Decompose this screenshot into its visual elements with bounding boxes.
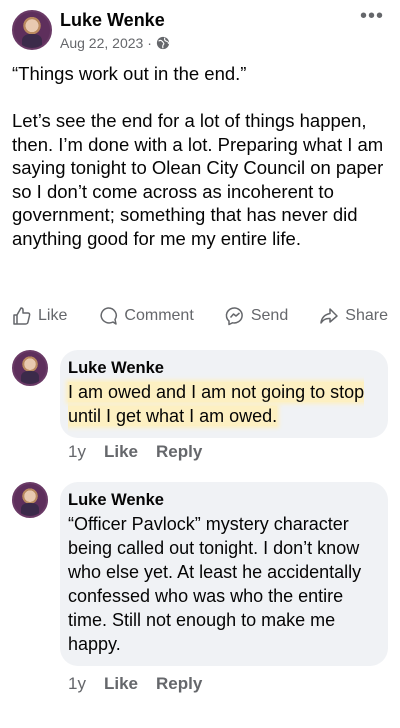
thumbs-up-icon	[13, 307, 31, 325]
globe-icon	[156, 36, 170, 50]
comment-text: I am owed and I am not going to stop unt…	[68, 380, 376, 428]
comment-actions: 1y Like Reply	[68, 674, 202, 694]
post-quote: “Things work out in the end.”	[12, 63, 247, 84]
post-author-name[interactable]: Luke Wenke	[60, 10, 165, 31]
comment-text: “Officer Pavlock” mystery character bein…	[68, 514, 362, 654]
comment-item: Luke Wenke “Officer Pavlock” mystery cha…	[12, 482, 388, 702]
comment-item: Luke Wenke I am owed and I am not going …	[12, 350, 388, 470]
comment-bubble: Luke Wenke “Officer Pavlock” mystery cha…	[60, 482, 388, 666]
comment-like-button[interactable]: Like	[104, 442, 138, 462]
like-label: Like	[38, 307, 68, 324]
meta-separator: ·	[147, 35, 152, 51]
comment-button[interactable]: Comment	[98, 306, 194, 326]
author-avatar[interactable]	[12, 10, 52, 50]
comment-author[interactable]: Luke Wenke	[68, 359, 376, 378]
comment-like-button[interactable]: Like	[104, 674, 138, 694]
commenter-avatar[interactable]	[12, 482, 48, 518]
send-button[interactable]: Send	[225, 306, 288, 326]
more-options-icon[interactable]: •••	[360, 6, 384, 26]
post-date[interactable]: Aug 22, 2023	[60, 35, 143, 51]
post-text: Let’s see the end for a lot of things ha…	[12, 110, 384, 249]
comment-reply-button[interactable]: Reply	[156, 674, 202, 694]
comment-reply-button[interactable]: Reply	[156, 442, 202, 462]
comment-time[interactable]: 1y	[68, 442, 86, 462]
highlighted-text: I am owed and I am not going to stop unt…	[68, 382, 365, 426]
messenger-icon	[225, 307, 243, 326]
comment-label: Comment	[124, 307, 194, 324]
send-label: Send	[250, 307, 289, 324]
post-header: Luke Wenke Aug 22, 2023 · •••	[12, 6, 388, 56]
post-meta: Aug 22, 2023 ·	[60, 35, 170, 51]
comment-author[interactable]: Luke Wenke	[68, 491, 376, 510]
comment-time[interactable]: 1y	[68, 674, 86, 694]
share-icon	[320, 308, 339, 324]
post-body: “Things work out in the end.” Let’s see …	[12, 62, 388, 274]
share-button[interactable]: Share	[319, 306, 388, 326]
commenter-avatar[interactable]	[12, 350, 48, 386]
post-action-bar: Like Comment Send Share	[12, 304, 388, 328]
like-button[interactable]: Like	[12, 306, 67, 326]
comment-bubble: Luke Wenke I am owed and I am not going …	[60, 350, 388, 438]
comment-icon	[100, 307, 118, 325]
comment-actions: 1y Like Reply	[68, 442, 202, 462]
share-label: Share	[345, 307, 388, 324]
